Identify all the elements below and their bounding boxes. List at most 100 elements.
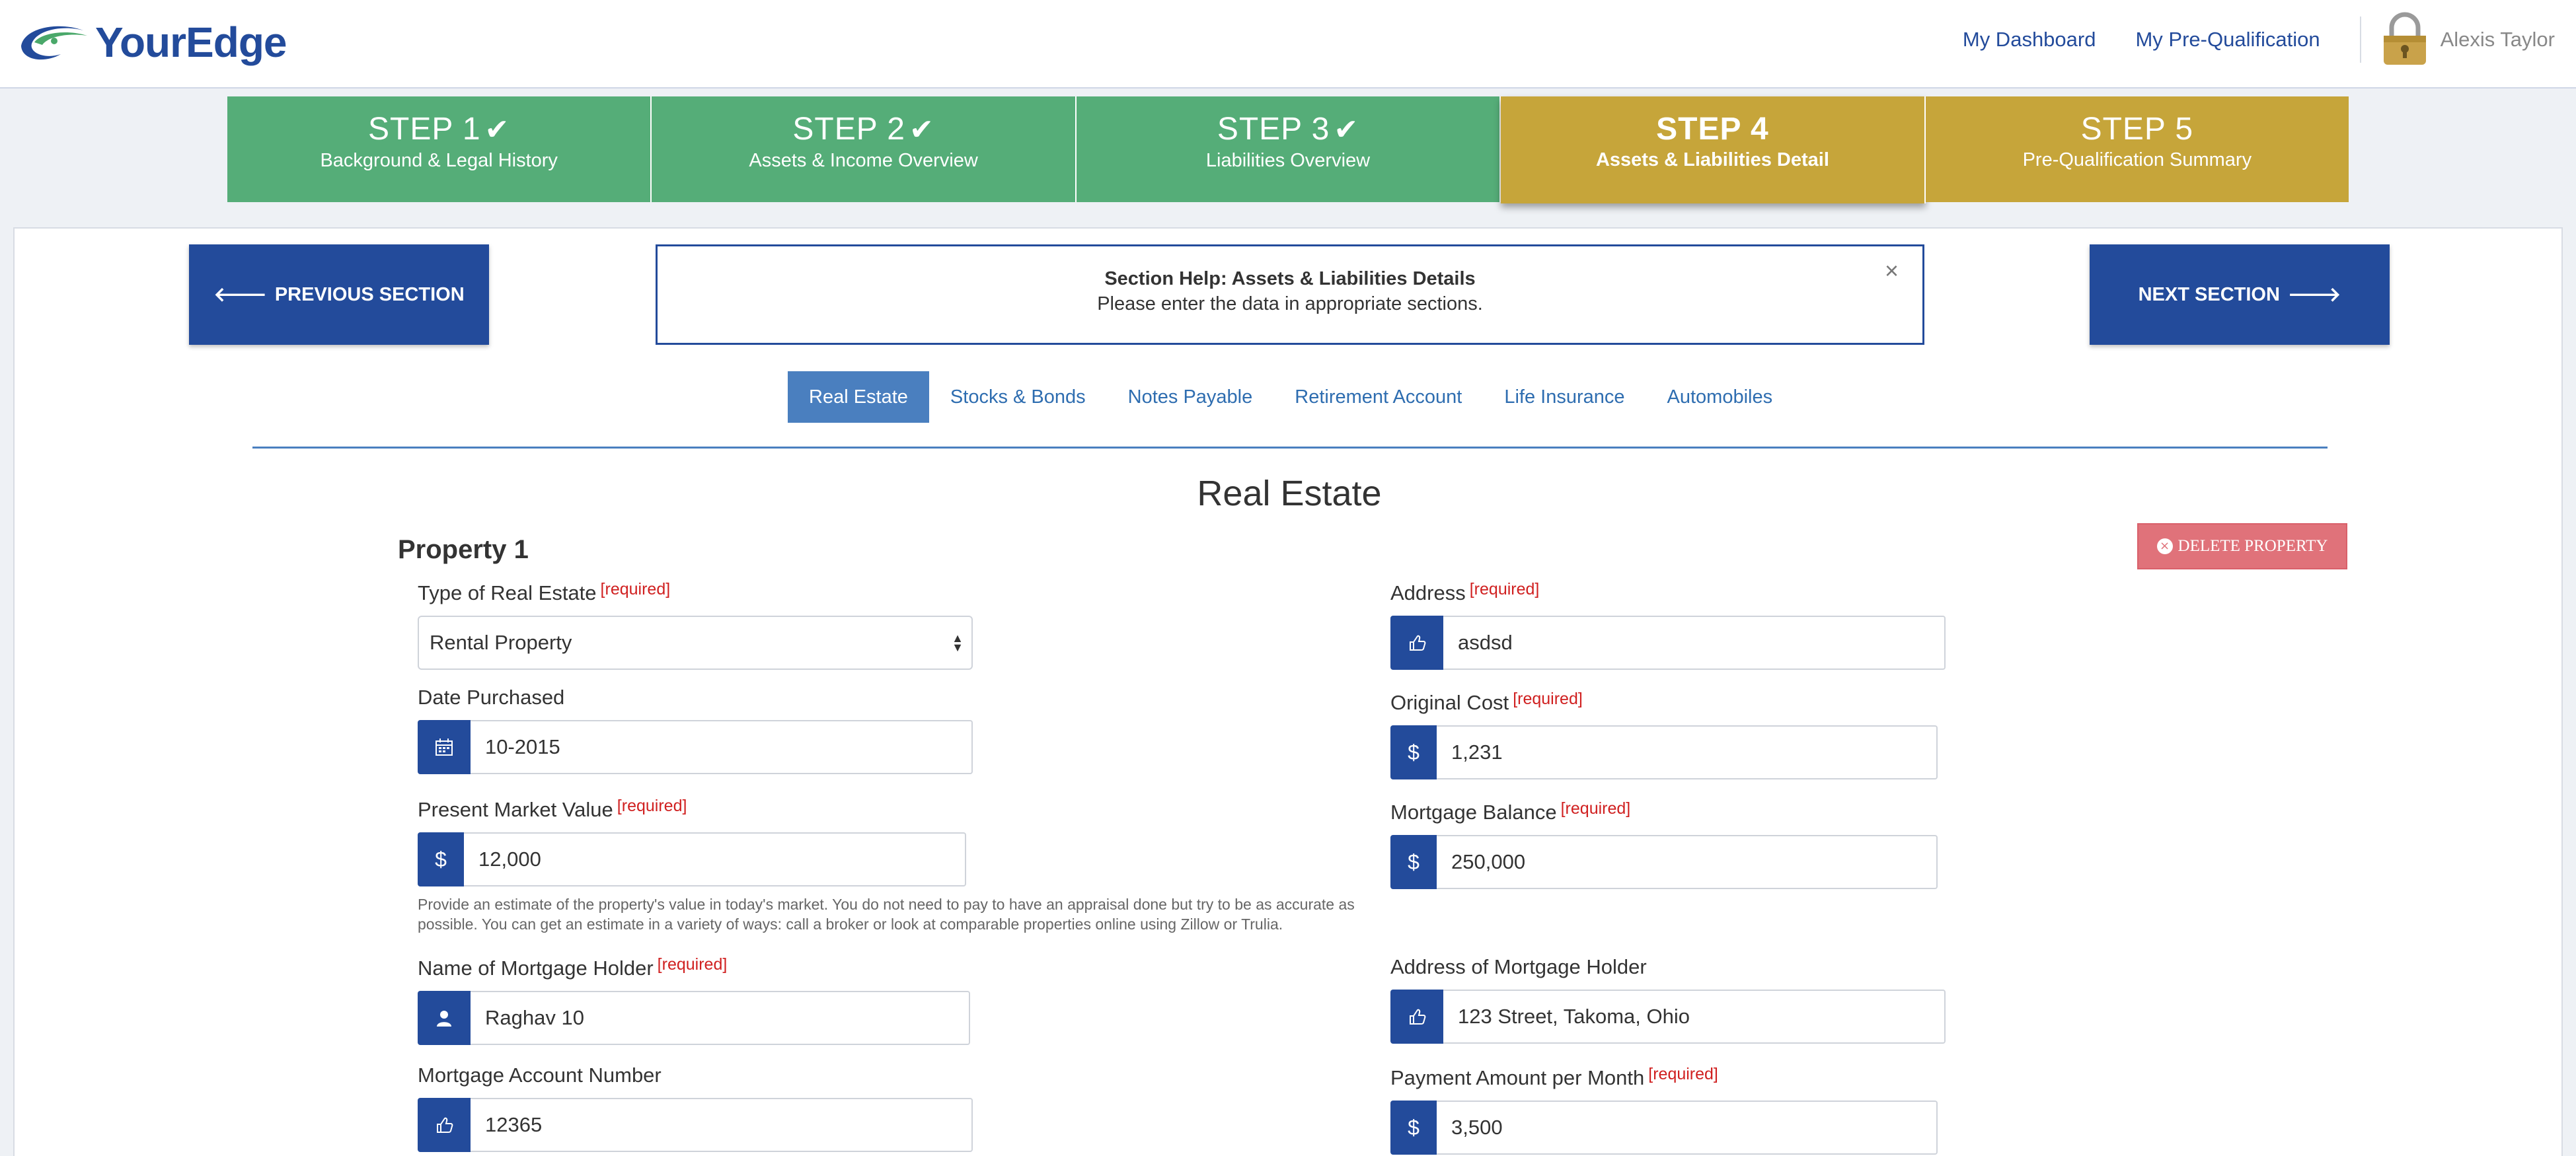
- account-label: Mortgage Account Number: [418, 1064, 662, 1087]
- progress-steps: STEP 1 ✔ Background & Legal History STEP …: [227, 96, 2349, 203]
- holder-name-label: Name of Mortgage Holder: [418, 957, 654, 980]
- mortgage-account-input[interactable]: 12365: [471, 1098, 973, 1152]
- user-menu[interactable]: Alexis Taylor: [2380, 12, 2555, 67]
- tab-notes-payable[interactable]: Notes Payable: [1107, 371, 1274, 423]
- next-section-label: NEXT SECTION: [2138, 283, 2280, 305]
- top-nav: My Dashboard My Pre-Qualification Alexis…: [1963, 0, 2576, 79]
- asset-tabs: Real Estate Stocks & Bonds Notes Payable…: [788, 371, 1794, 423]
- mortgage-holder-name-input[interactable]: Raghav 10: [471, 991, 970, 1045]
- address-label: Address: [1390, 581, 1466, 604]
- tabs-divider: [252, 447, 2328, 449]
- step-3[interactable]: STEP 3 ✔ Liabilities Overview: [1076, 96, 1501, 202]
- arrow-right-icon: 🡒: [2287, 284, 2341, 306]
- type-select[interactable]: Rental Property ▲ ▼: [418, 616, 973, 670]
- type-value: Rental Property: [430, 631, 572, 654]
- field-mortgage-holder-name: Name of Mortgage Holder [required] Raghav…: [418, 955, 970, 1045]
- step-5-subtitle: Pre-Qualification Summary: [2022, 149, 2252, 170]
- hand-pointer-icon: [1390, 616, 1443, 670]
- hand-pointer-icon: [1390, 990, 1443, 1044]
- required-tag: [required]: [657, 955, 728, 974]
- step-1-subtitle: Background & Legal History: [320, 150, 558, 171]
- check-icon: ✔: [484, 114, 510, 146]
- select-arrows-icon: ▲ ▼: [952, 632, 964, 654]
- user-name: Alexis Taylor: [2440, 28, 2555, 51]
- mortgage-holder-address-input[interactable]: 123 Street, Takoma, Ohio: [1443, 990, 1946, 1044]
- step-2-subtitle: Assets & Income Overview: [749, 150, 978, 171]
- date-purchased-input[interactable]: 10-2015: [471, 720, 973, 774]
- next-section-button[interactable]: NEXT SECTION 🡒: [2090, 244, 2390, 345]
- calendar-icon[interactable]: [418, 720, 471, 774]
- help-title: Section Help: Assets & Liabilities Detai…: [1104, 268, 1476, 289]
- step-4-title: STEP 4: [1656, 112, 1769, 147]
- close-icon[interactable]: ×: [1885, 257, 1899, 285]
- remove-circle-icon: ×: [2156, 538, 2173, 554]
- step-3-title: STEP 3: [1217, 112, 1330, 147]
- nav-my-dashboard[interactable]: My Dashboard: [1963, 28, 2096, 52]
- check-icon: ✔: [909, 114, 934, 146]
- field-original-cost: Original Cost [required] $ 1,231: [1390, 690, 1938, 779]
- required-tag: [required]: [1469, 580, 1540, 598]
- arrow-left-icon: 🡐: [213, 284, 267, 306]
- property-title: Property 1: [398, 535, 529, 564]
- nav-my-pre-qualification[interactable]: My Pre-Qualification: [2135, 28, 2320, 52]
- field-present-market-value: Present Market Value [required] $ 12,000 …: [418, 797, 1376, 934]
- field-mortgage-account-number: Mortgage Account Number 12365: [418, 1062, 973, 1152]
- tab-real-estate[interactable]: Real Estate: [788, 371, 929, 423]
- help-text: Please enter the data in appropriate sec…: [1097, 293, 1483, 314]
- dollar-icon: $: [1390, 1101, 1437, 1155]
- market-value-hint: Provide an estimate of the property's va…: [418, 896, 1355, 933]
- required-tag: [required]: [1513, 690, 1583, 708]
- tab-stocks-bonds[interactable]: Stocks & Bonds: [929, 371, 1107, 423]
- date-label: Date Purchased: [418, 686, 565, 709]
- step-5[interactable]: STEP 5 Pre-Qualification Summary: [1925, 96, 2349, 202]
- step-2-title: STEP 2: [792, 112, 905, 147]
- previous-section-button[interactable]: 🡐 PREVIOUS SECTION: [189, 244, 489, 345]
- delete-property-button[interactable]: × DELETE PROPERTY: [2137, 523, 2347, 569]
- payment-label: Payment Amount per Month: [1390, 1066, 1645, 1089]
- holder-address-label: Address of Mortgage Holder: [1390, 955, 1647, 978]
- previous-section-label: PREVIOUS SECTION: [274, 283, 465, 305]
- required-tag: [required]: [1648, 1065, 1718, 1083]
- lock-avatar-icon: [2383, 12, 2426, 65]
- hand-pointer-icon: [418, 1098, 471, 1152]
- step-5-title: STEP 5: [2080, 112, 2194, 147]
- step-2[interactable]: STEP 2 ✔ Assets & Income Overview: [652, 96, 1077, 202]
- step-3-subtitle: Liabilities Overview: [1205, 150, 1371, 171]
- dollar-icon: $: [418, 832, 464, 886]
- field-type-of-real-estate: Type of Real Estate [required] Rental Pro…: [418, 580, 973, 670]
- type-label: Type of Real Estate: [418, 581, 597, 604]
- field-mortgage-balance: Mortgage Balance [required] $ 250,000: [1390, 799, 1938, 889]
- main-card: 🡐 PREVIOUS SECTION Section Help: Assets …: [13, 227, 2563, 1156]
- tab-automobiles[interactable]: Automobiles: [1646, 371, 1794, 423]
- required-tag: [required]: [617, 797, 687, 815]
- section-help-box: Section Help: Assets & Liabilities Detai…: [656, 244, 1924, 345]
- field-address: Address [required] asdsd: [1390, 580, 1946, 670]
- market-label: Present Market Value: [418, 798, 613, 821]
- required-tag: [required]: [1560, 799, 1631, 818]
- delete-property-label: DELETE PROPERTY: [2178, 537, 2328, 555]
- balance-label: Mortgage Balance: [1390, 801, 1557, 824]
- top-header: YourEdge My Dashboard My Pre-Qualificati…: [0, 0, 2576, 89]
- dollar-icon: $: [1390, 725, 1437, 779]
- step-1[interactable]: STEP 1 ✔ Background & Legal History: [227, 96, 652, 202]
- field-payment-per-month: Payment Amount per Month [required] $ 3,5…: [1390, 1065, 1938, 1155]
- tab-life-insurance[interactable]: Life Insurance: [1483, 371, 1646, 423]
- dollar-icon: $: [1390, 835, 1437, 889]
- mortgage-balance-input[interactable]: 250,000: [1437, 835, 1938, 889]
- logo-text: YourEdge: [95, 18, 287, 66]
- logo[interactable]: YourEdge: [15, 16, 287, 69]
- original-cost-input[interactable]: 1,231: [1437, 725, 1938, 779]
- required-tag: [required]: [600, 580, 671, 598]
- payment-amount-input[interactable]: 3,500: [1437, 1101, 1938, 1155]
- field-mortgage-holder-address: Address of Mortgage Holder 123 Street, T…: [1390, 954, 1946, 1044]
- cost-label: Original Cost: [1390, 691, 1509, 714]
- address-input[interactable]: asdsd: [1443, 616, 1946, 670]
- field-date-purchased: Date Purchased 10-2015: [418, 684, 973, 774]
- section-title: Real Estate: [1197, 474, 1382, 513]
- step-4-subtitle: Assets & Liabilities Detail: [1595, 149, 1829, 170]
- market-value-input[interactable]: 12,000: [464, 832, 966, 886]
- nav-divider: [2359, 17, 2361, 63]
- step-4[interactable]: STEP 4 Assets & Liabilities Detail: [1501, 96, 1926, 203]
- tab-retirement-account[interactable]: Retirement Account: [1273, 371, 1483, 423]
- check-icon: ✔: [1334, 114, 1359, 146]
